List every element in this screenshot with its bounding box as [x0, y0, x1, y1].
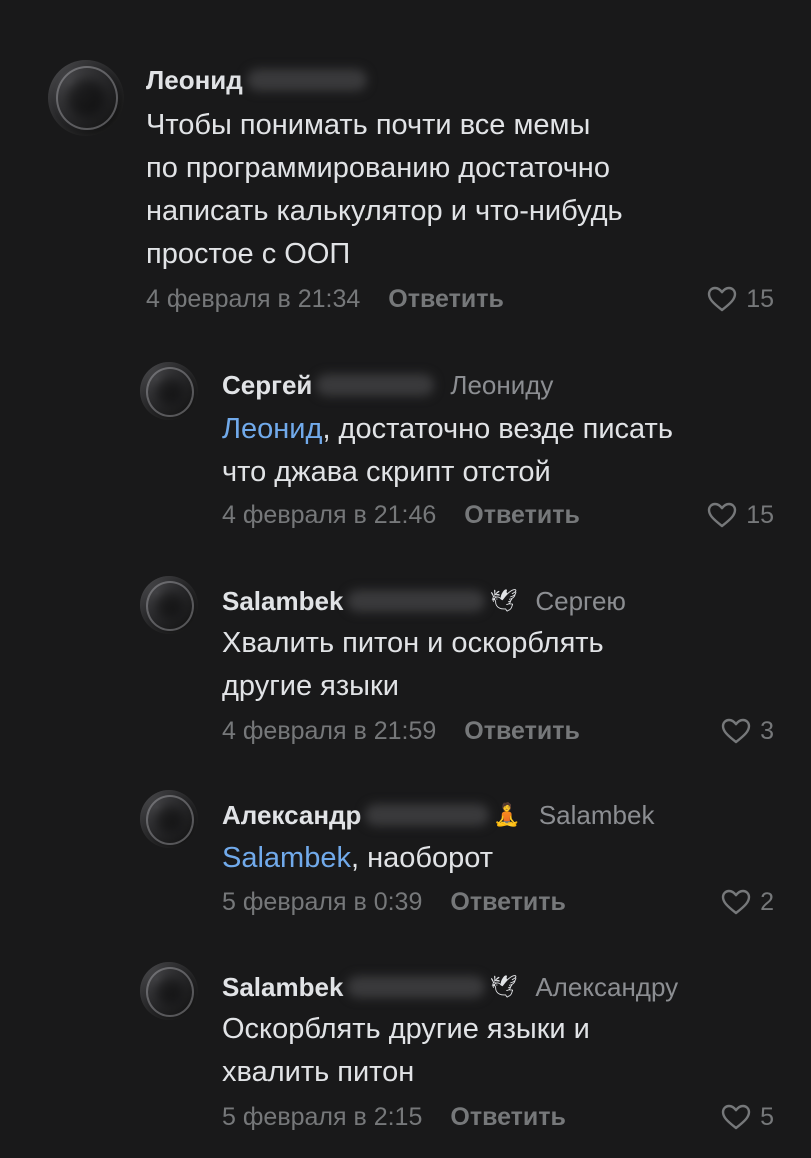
redacted-surname — [347, 976, 486, 998]
reply-to[interactable]: Леониду — [450, 370, 553, 401]
mention-link[interactable]: Леонид — [222, 413, 322, 445]
like-button[interactable]: 15 — [707, 498, 774, 532]
heart-icon — [721, 718, 751, 744]
like-count: 15 — [746, 284, 774, 313]
avatar[interactable] — [140, 790, 198, 848]
redacted-surname — [347, 590, 486, 612]
avatar[interactable] — [140, 962, 198, 1020]
dove-emoji: 🕊 — [489, 588, 518, 613]
comment-text-line: Леонид, достаточно везде писать — [222, 408, 673, 451]
comment-date: 4 февраля в 21:34 — [146, 284, 361, 313]
comment-text-line: Хвалить питон и оскорблять — [222, 627, 604, 659]
avatar[interactable] — [48, 60, 124, 136]
comment-text-line: Чтобы понимать почти все мемы — [146, 109, 591, 141]
like-count: 2 — [760, 887, 774, 916]
redacted-surname — [246, 69, 367, 91]
reply-button[interactable]: Ответить — [450, 888, 566, 917]
comment-date: 4 февраля в 21:46 — [222, 500, 437, 529]
reply-button[interactable]: Ответить — [464, 501, 580, 530]
comment-date: 4 февраля в 21:59 — [222, 716, 437, 745]
comment-text-line: что джава скрипт отстой — [222, 456, 551, 488]
comment-text: Salambek, наоборот — [222, 837, 493, 880]
comment-author[interactable]: Александр — [222, 800, 361, 831]
meditation-emoji: 🧘 — [493, 802, 521, 827]
comment-text-line: Salambek, наоборот — [222, 837, 493, 880]
comment-text-line: другие языки — [222, 670, 399, 702]
comment-text-rest: , наоборот — [350, 842, 493, 874]
reply-button[interactable]: Ответить — [450, 1103, 566, 1132]
comment-text-rest: , достаточно везде писать — [322, 413, 673, 445]
like-button[interactable]: 2 — [721, 885, 774, 919]
comment-text-line: Оскорблять другие языки и — [222, 1013, 590, 1045]
reply-to[interactable]: Salambek — [539, 800, 655, 831]
reply-to[interactable]: Сергею — [535, 586, 626, 617]
comment-author[interactable]: Salambek — [222, 586, 343, 617]
like-count: 15 — [746, 500, 774, 529]
reply-to[interactable]: Александру — [535, 972, 678, 1003]
comment-text: Чтобы понимать почти все мемы по програм… — [146, 104, 623, 276]
comment-text: Леонид, достаточно везде писать что джав… — [222, 408, 673, 494]
redacted-surname — [316, 374, 435, 396]
comment-text-line: написать калькулятор и что-нибудь — [146, 195, 623, 227]
heart-icon — [721, 889, 751, 915]
like-button[interactable]: 5 — [721, 1100, 774, 1134]
like-count: 3 — [760, 716, 774, 745]
heart-icon — [721, 1104, 751, 1130]
comment-text-line: хвалить питон — [222, 1056, 415, 1088]
mention-link[interactable]: Salambek — [222, 842, 351, 874]
like-button[interactable]: 15 — [707, 282, 774, 316]
redacted-surname — [365, 804, 490, 826]
comment-text: Хвалить питон и оскорблять другие языки — [222, 622, 604, 708]
heart-icon — [707, 286, 737, 312]
avatar[interactable] — [140, 362, 198, 420]
comment-date: 5 февраля в 0:39 — [222, 887, 423, 916]
comment-text-line: по программированию достаточно — [146, 152, 610, 184]
like-count: 5 — [760, 1102, 774, 1131]
comment-text-line: простое с ООП — [146, 238, 351, 270]
comment-date: 5 февраля в 2:15 — [222, 1102, 423, 1131]
heart-icon — [707, 502, 737, 528]
reply-button[interactable]: Ответить — [464, 717, 580, 746]
reply-button[interactable]: Ответить — [388, 285, 504, 314]
like-button[interactable]: 3 — [721, 714, 774, 748]
comment-author[interactable]: Леонид — [146, 65, 243, 96]
comment-author[interactable]: Сергей — [222, 370, 312, 401]
comment-text: Оскорблять другие языки и хвалить питон — [222, 1008, 590, 1094]
avatar[interactable] — [140, 576, 198, 634]
dove-emoji: 🕊 — [489, 974, 518, 999]
comment-author[interactable]: Salambek — [222, 972, 343, 1003]
